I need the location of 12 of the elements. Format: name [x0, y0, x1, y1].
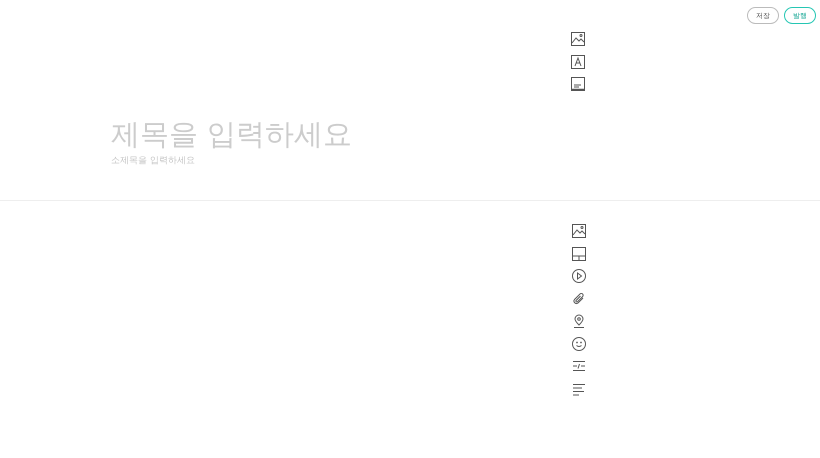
paragraph-icon[interactable]: [572, 382, 586, 396]
smiley-icon[interactable]: [572, 336, 586, 350]
image-icon[interactable]: [571, 32, 585, 46]
layout-icon[interactable]: [572, 246, 586, 260]
location-pin-icon[interactable]: [572, 314, 586, 328]
cover-icon[interactable]: [571, 77, 585, 91]
paperclip-icon[interactable]: [572, 292, 586, 306]
text-icon[interactable]: [571, 54, 585, 68]
subtitle-field[interactable]: 소제목을 입력하세요: [111, 156, 311, 166]
image-icon[interactable]: [572, 224, 586, 238]
divider-icon[interactable]: [572, 359, 586, 373]
play-icon[interactable]: [572, 269, 586, 283]
